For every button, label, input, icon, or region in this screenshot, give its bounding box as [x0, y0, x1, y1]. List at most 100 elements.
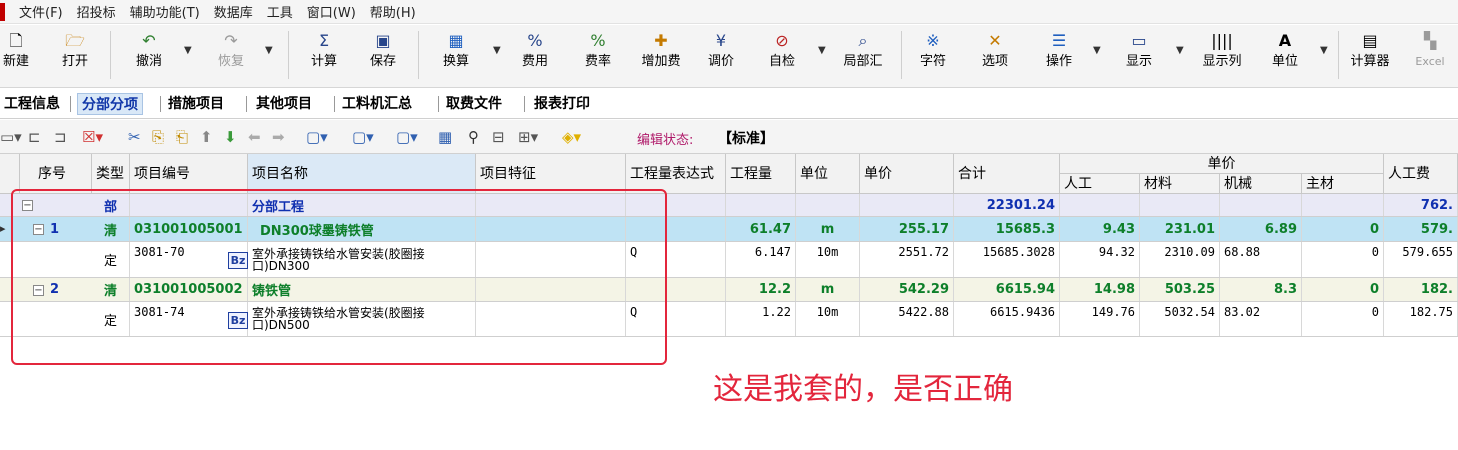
characters-button[interactable]: ※ 字符: [914, 29, 952, 85]
cell-labor: 14.98: [1060, 278, 1140, 301]
fee-button[interactable]: % 费用: [516, 29, 554, 85]
fixed-icon[interactable]: ▢▾: [396, 127, 418, 147]
cell-feature: [476, 217, 626, 241]
add-fee-icon: ✚: [654, 31, 668, 50]
cut-icon[interactable]: ✂: [128, 127, 141, 147]
adjust-price-button[interactable]: ¥ 调价: [702, 29, 740, 85]
cell-price: 542.29: [860, 278, 954, 301]
header-labor[interactable]: 人工: [1060, 174, 1140, 194]
tab-report-print[interactable]: 报表打印: [530, 93, 594, 115]
copy-icon[interactable]: ⎘: [152, 127, 164, 147]
sigma-icon: Σ: [318, 31, 330, 50]
undo-dropdown-icon[interactable]: ▼: [184, 45, 192, 56]
header-type[interactable]: 类型: [92, 154, 130, 194]
collapse-icon[interactable]: −: [22, 200, 33, 211]
header-feature[interactable]: 项目特征: [476, 154, 626, 194]
unit-button[interactable]: A 单位: [1266, 29, 1304, 85]
floppy-icon: ▣: [375, 31, 391, 50]
outdent-icon[interactable]: ⊐: [54, 127, 67, 147]
header-quantity[interactable]: 工程量: [726, 154, 796, 194]
find-icon[interactable]: ⚲: [468, 127, 479, 147]
table-row-quota[interactable]: 定 3081-70 Bz 室外承接铸铁给水管安装(胶圈接口)DN300 Q 6.…: [0, 242, 1458, 278]
tab-project-info[interactable]: 工程信息: [0, 93, 64, 115]
unit-dropdown-icon[interactable]: ▼: [1320, 45, 1328, 56]
selfcheck-dropdown-icon[interactable]: ▼: [818, 45, 826, 56]
cell-material: [1140, 194, 1220, 216]
table-row-bill-item[interactable]: ▸ − 1 清 031001005001 DN300球墨铸铁管 61.47 m …: [0, 217, 1458, 242]
menu-window[interactable]: 窗口(W): [300, 2, 363, 21]
cell-name: 室外承接铸铁给水管安装(胶圈接口)DN500: [248, 302, 476, 336]
display-dropdown-icon[interactable]: ▼: [1176, 45, 1184, 56]
open-button[interactable]: 🗁 打开: [58, 29, 92, 85]
selfcheck-button[interactable]: ⊘ 自检: [763, 29, 801, 85]
collapse-icon[interactable]: −: [33, 224, 44, 235]
header-unit[interactable]: 单位: [796, 154, 860, 194]
arrow-left-icon[interactable]: ⬅: [248, 127, 261, 147]
new-button[interactable]: 🗋 新建: [0, 29, 32, 85]
header-machine[interactable]: 机械: [1220, 174, 1302, 194]
options-button[interactable]: ✕ 选项: [976, 29, 1014, 85]
tree-expand-icon[interactable]: ⊞▾: [518, 127, 538, 147]
cell-code: [130, 194, 248, 216]
convert-dropdown-icon[interactable]: ▼: [493, 45, 501, 56]
cell-labor: [1060, 194, 1140, 216]
convert-button[interactable]: ▦ 换算: [437, 29, 475, 85]
partial-summary-button[interactable]: ⌕ 局部汇: [838, 29, 888, 85]
block-icon[interactable]: ▢▾: [306, 127, 328, 147]
fill-color-icon[interactable]: ◈▾: [562, 127, 581, 147]
header-main-material[interactable]: 主材: [1302, 174, 1384, 194]
menu-file[interactable]: 文件(F): [12, 2, 70, 21]
cell-feature: [476, 278, 626, 301]
excel-button[interactable]: ▚ Excel: [1408, 29, 1452, 85]
menu-assist[interactable]: 辅助功能(T): [123, 2, 207, 21]
header-seq[interactable]: 序号: [20, 154, 92, 194]
cell-type: 部: [92, 194, 130, 216]
header-price[interactable]: 单价: [860, 154, 954, 194]
save-button[interactable]: ▣ 保存: [364, 29, 402, 85]
undo-button[interactable]: ↶ 撤消: [130, 29, 168, 85]
cell-seq: 2: [50, 282, 60, 297]
tab-measures[interactable]: 措施项目: [164, 93, 228, 115]
calculate-button[interactable]: Σ 计算: [305, 29, 343, 85]
tab-fee-files[interactable]: 取费文件: [442, 93, 506, 115]
arrow-up-icon[interactable]: ⬆: [200, 127, 213, 147]
header-name[interactable]: 项目名称: [248, 154, 476, 194]
tab-labor-material-summary[interactable]: 工料机汇总: [338, 93, 416, 115]
display-button[interactable]: ▭ 显示: [1120, 29, 1158, 85]
paste-icon[interactable]: ⎗: [176, 127, 188, 147]
table-icon[interactable]: ▦: [438, 127, 452, 147]
header-total[interactable]: 合计: [954, 154, 1060, 194]
header-code[interactable]: 项目编号: [130, 154, 248, 194]
indent-icon[interactable]: ⊏: [28, 127, 41, 147]
rate-button[interactable]: % 费率: [579, 29, 617, 85]
tab-other-items[interactable]: 其他项目: [252, 93, 316, 115]
header-expression[interactable]: 工程量表达式: [626, 154, 726, 194]
quota-bz-icon: Bz: [228, 312, 248, 329]
operate-button[interactable]: ☰ 操作: [1040, 29, 1078, 85]
menu-database[interactable]: 数据库: [207, 2, 260, 21]
table-row-bill-item[interactable]: − 2 清 031001005002 铸铁管 12.2 m 542.29 661…: [0, 278, 1458, 302]
redo-button[interactable]: ↷ 恢复: [212, 29, 250, 85]
clear-icon[interactable]: ▢▾: [352, 127, 374, 147]
insert-icon[interactable]: ▭▾: [0, 127, 22, 147]
display-columns-button[interactable]: |||| 显示列: [1197, 29, 1247, 85]
redo-dropdown-icon[interactable]: ▼: [265, 45, 273, 56]
header-material[interactable]: 材料: [1140, 174, 1220, 194]
menu-tools[interactable]: 工具: [260, 2, 300, 21]
menu-help[interactable]: 帮助(H): [363, 2, 423, 21]
table-row-division[interactable]: − 部 分部工程 22301.24 762.: [0, 194, 1458, 217]
tab-items[interactable]: 分部分项: [77, 93, 143, 115]
header-labor-fee[interactable]: 人工费: [1384, 154, 1458, 194]
operate-dropdown-icon[interactable]: ▼: [1093, 45, 1101, 56]
add-fee-button[interactable]: ✚ 增加费: [636, 29, 686, 85]
arrow-right-icon[interactable]: ➡: [272, 127, 285, 147]
collapse-icon[interactable]: −: [33, 285, 44, 296]
delete-icon[interactable]: ☒▾: [82, 127, 103, 147]
tree-icon[interactable]: ⊟: [492, 127, 505, 147]
calculator-button[interactable]: ▤ 计算器: [1345, 29, 1395, 85]
toolbar-divider: [418, 31, 419, 79]
cell-material: 503.25: [1140, 278, 1220, 301]
table-row-quota[interactable]: 定 3081-74 Bz 室外承接铸铁给水管安装(胶圈接口)DN500 Q 1.…: [0, 302, 1458, 337]
arrow-down-icon[interactable]: ⬇: [224, 127, 237, 147]
menu-bidding[interactable]: 招投标: [70, 2, 123, 21]
